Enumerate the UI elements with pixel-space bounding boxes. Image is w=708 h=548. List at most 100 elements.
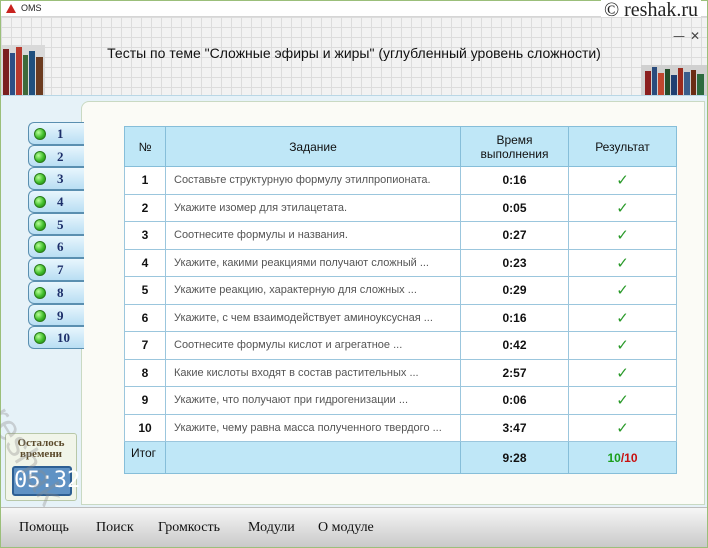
- question-tab-number: 10: [57, 330, 70, 346]
- status-dot-icon: [34, 309, 46, 322]
- row-task: Укажите реакцию, характерную для сложных…: [165, 276, 461, 305]
- row-time: 0:42: [460, 331, 569, 360]
- row-task: Соотнесите формулы и названия.: [165, 221, 461, 250]
- row-task: Какие кислоты входят в состав растительн…: [165, 358, 461, 387]
- row-number: 3: [124, 221, 166, 250]
- row-time: 2:57: [460, 358, 569, 387]
- row-task: Укажите, с чем взаимодействует аминоуксу…: [165, 303, 461, 332]
- status-dot-icon: [34, 173, 46, 186]
- score-correct: 10: [607, 450, 621, 465]
- row-number: 2: [124, 193, 166, 222]
- minimize-button[interactable]: —: [673, 29, 685, 43]
- question-tab-number: 4: [57, 194, 64, 210]
- question-tab-9[interactable]: 9: [28, 303, 84, 327]
- timer-panel: Осталось времени 05:32: [5, 433, 80, 501]
- bottom-menu: Помощь Поиск Громкость Модули О модуле: [1, 507, 707, 547]
- status-dot-icon: [34, 196, 46, 209]
- question-tab-3[interactable]: 3: [28, 167, 84, 191]
- timer-value: 05:32: [12, 466, 80, 496]
- header-result: Результат: [568, 126, 677, 167]
- row-time: 0:05: [460, 193, 569, 222]
- question-tab-number: 5: [57, 216, 64, 232]
- question-tab-8[interactable]: 8: [28, 280, 84, 304]
- menu-help[interactable]: Помощь: [19, 520, 69, 536]
- header-time: Время выполнения: [460, 126, 569, 167]
- total-label: Итог: [124, 441, 166, 474]
- status-dot-icon: [34, 286, 46, 299]
- table-row[interactable]: 3 Соотнесите формулы и названия. 0:27 ✓: [124, 221, 677, 250]
- row-task: Соотнесите формулы кислот и агрегатное .…: [165, 331, 461, 360]
- menu-modules[interactable]: Модули: [248, 520, 295, 536]
- row-time: 3:47: [460, 413, 569, 442]
- page-title: Тесты по теме "Сложные эфиры и жиры" (уг…: [107, 45, 601, 61]
- row-number: 5: [124, 276, 166, 305]
- question-tab-2[interactable]: 2: [28, 144, 84, 168]
- table-row[interactable]: 1 Составьте структурную формулу этилпроп…: [124, 166, 677, 195]
- question-tab-4[interactable]: 4: [28, 190, 84, 213]
- row-task: Укажите, чему равна масса полученного тв…: [165, 413, 461, 442]
- question-tab-5[interactable]: 5: [28, 212, 84, 236]
- status-dot-icon: [34, 218, 46, 231]
- table-row[interactable]: 2 Укажите изомер для этилацетата. 0:05 ✓: [124, 193, 677, 222]
- total-row: Итог 9:28 10/10: [124, 441, 677, 474]
- question-tab-number: 2: [57, 148, 64, 164]
- status-dot-icon: [34, 128, 46, 140]
- row-time: 0:16: [460, 303, 569, 332]
- header-num: №: [124, 126, 166, 167]
- status-dot-icon: [34, 264, 46, 277]
- table-row[interactable]: 5 Укажите реакцию, характерную для сложн…: [124, 276, 677, 305]
- row-number: 7: [124, 331, 166, 360]
- table-row[interactable]: 9 Укажите, что получают при гидрогенизац…: [124, 386, 677, 415]
- status-dot-icon: [34, 150, 46, 163]
- checkmark-icon: ✓: [568, 248, 677, 277]
- menu-search[interactable]: Поиск: [96, 520, 134, 536]
- table-row[interactable]: 4 Укажите, какими реакциями получают сло…: [124, 248, 677, 277]
- checkmark-icon: ✓: [568, 193, 677, 222]
- question-tab-6[interactable]: 6: [28, 235, 84, 259]
- row-number: 8: [124, 358, 166, 387]
- question-tab-number: 6: [57, 239, 64, 255]
- row-task: Составьте структурную формулу этилпропио…: [165, 166, 461, 195]
- table-row[interactable]: 10 Укажите, чему равна масса полученного…: [124, 413, 677, 442]
- close-button[interactable]: ✕: [690, 29, 700, 43]
- row-number: 1: [124, 166, 166, 195]
- checkmark-icon: ✓: [568, 303, 677, 332]
- question-tab-number: 9: [57, 307, 64, 323]
- row-number: 6: [124, 303, 166, 332]
- app-name: OMS: [21, 3, 42, 13]
- row-time: 0:29: [460, 276, 569, 305]
- question-tab-10[interactable]: 10: [28, 326, 84, 349]
- question-tab-1[interactable]: 1: [28, 122, 84, 145]
- checkmark-icon: ✓: [568, 166, 677, 195]
- menu-about[interactable]: О модуле: [318, 520, 374, 536]
- header: — ✕ Тесты по теме "Сложные эфиры и жиры"…: [1, 17, 707, 113]
- checkmark-icon: ✓: [568, 276, 677, 305]
- question-tab-7[interactable]: 7: [28, 258, 84, 281]
- status-dot-icon: [34, 241, 46, 254]
- row-time: 0:06: [460, 386, 569, 415]
- row-number: 10: [124, 413, 166, 442]
- question-tab-number: 3: [57, 171, 64, 187]
- row-task: Укажите, что получают при гидрогенизации…: [165, 386, 461, 415]
- row-task: Укажите изомер для этилацетата.: [165, 193, 461, 222]
- table-row[interactable]: 7 Соотнесите формулы кислот и агрегатное…: [124, 331, 677, 360]
- total-score: 10/10: [568, 441, 677, 474]
- table-row[interactable]: 8 Какие кислоты входят в состав растител…: [124, 358, 677, 387]
- row-number: 4: [124, 248, 166, 277]
- table-header-row: № Задание Время выполнения Результат: [124, 126, 677, 167]
- checkmark-icon: ✓: [568, 358, 677, 387]
- question-tab-number: 7: [57, 262, 64, 278]
- app-window: OMS © reshak.ru — ✕ Тесты по теме "Сложн: [0, 0, 708, 548]
- question-tab-number: 1: [57, 126, 64, 141]
- checkmark-icon: ✓: [568, 413, 677, 442]
- table-row[interactable]: 6 Укажите, с чем взаимодействует аминоук…: [124, 303, 677, 332]
- checkmark-icon: ✓: [568, 386, 677, 415]
- row-number: 9: [124, 386, 166, 415]
- timer-label: Осталось времени: [17, 437, 65, 460]
- menu-volume[interactable]: Громкость: [158, 520, 220, 536]
- app-logo-icon: [6, 4, 16, 13]
- checkmark-icon: ✓: [568, 221, 677, 250]
- row-time: 0:27: [460, 221, 569, 250]
- score-total: 10: [624, 450, 638, 465]
- question-tabs: 1 2 3 4 5 6 7 8 9 10: [28, 122, 84, 349]
